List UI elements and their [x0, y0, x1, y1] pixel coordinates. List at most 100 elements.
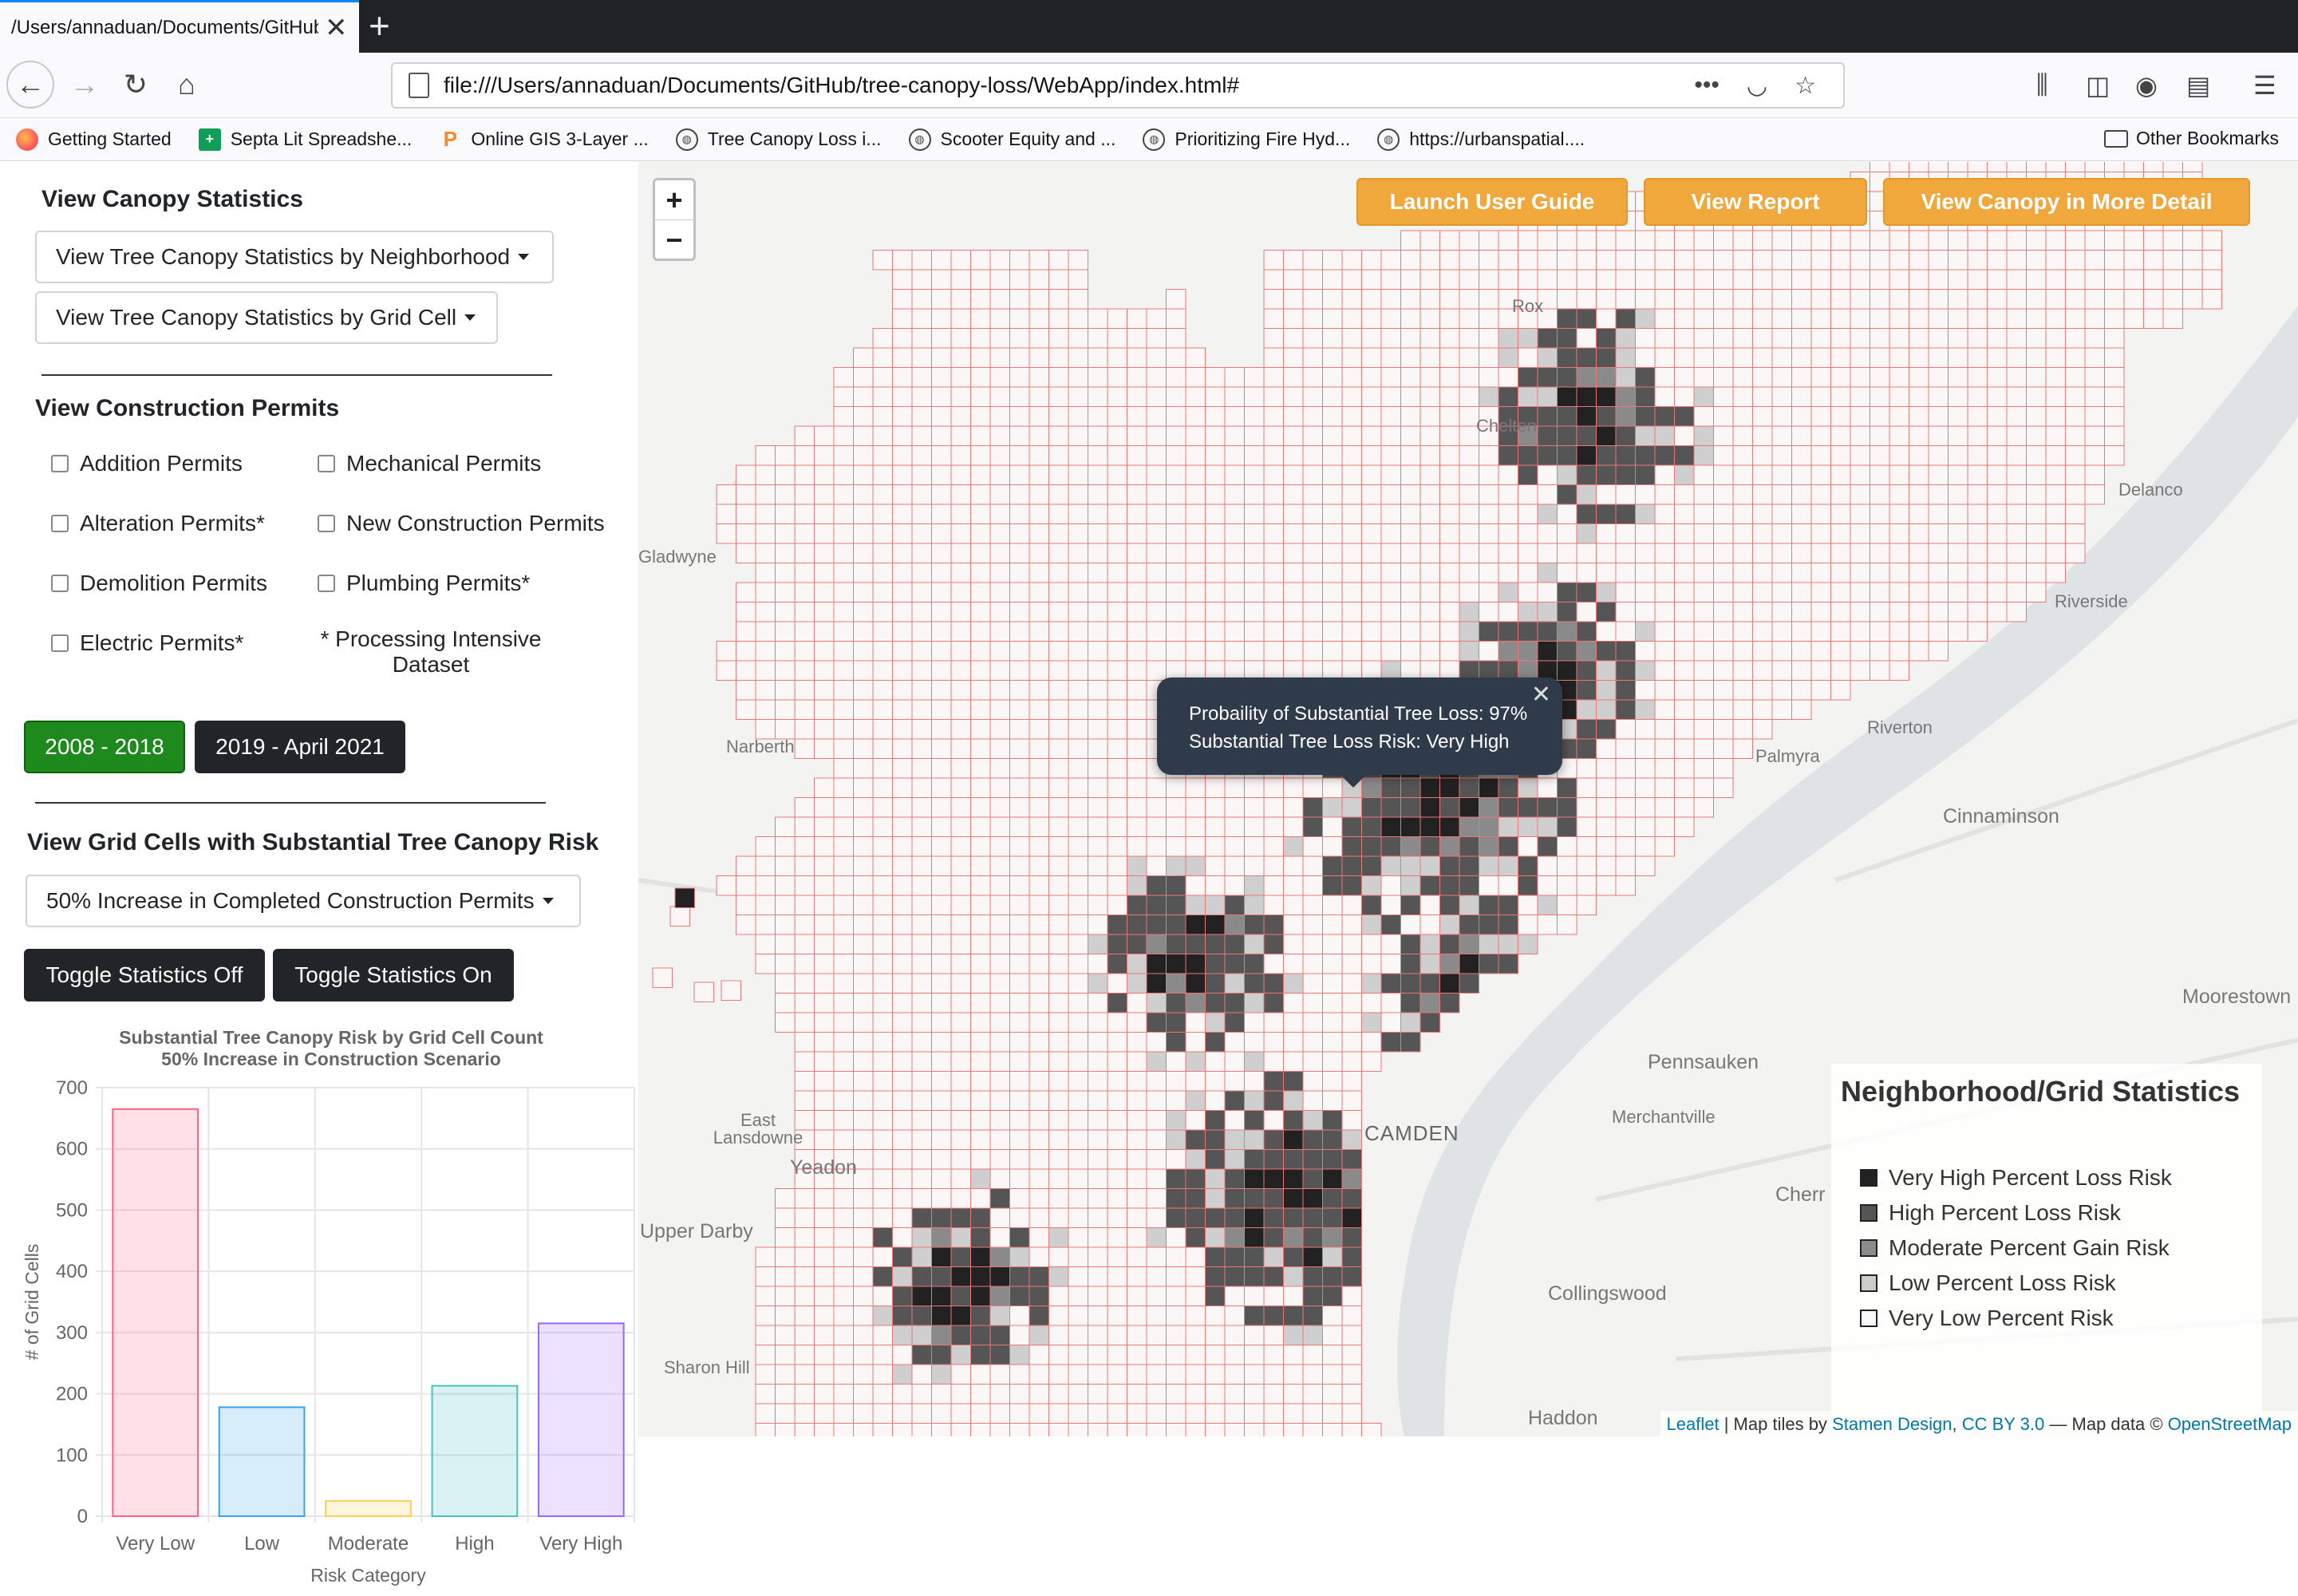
other-bookmarks[interactable]: Other Bookmarks: [2104, 128, 2279, 149]
grid-cell: [1889, 406, 1909, 427]
grid-cell: [1088, 699, 1108, 720]
grid-cell: [931, 719, 952, 740]
grid-cell: [1635, 738, 1656, 759]
grid-cell: [931, 523, 952, 544]
grid-cell: [1048, 777, 1069, 798]
library-icon[interactable]: ⫼: [2036, 70, 2048, 101]
grid-cell: [1518, 484, 1538, 505]
close-tab-icon[interactable]: ✕: [325, 14, 348, 41]
launch-user-guide-button[interactable]: Launch User Guide: [1356, 178, 1628, 226]
menu-icon[interactable]: ☰: [2253, 70, 2276, 101]
grid-cell: [989, 1129, 1010, 1150]
grid-cell: [853, 1306, 874, 1326]
demolition-permits-checkbox[interactable]: Demolition Permits: [51, 571, 267, 596]
bookmark-item[interactable]: + Septa Lit Spreadshe...: [198, 128, 412, 151]
grid-cell: [892, 1403, 913, 1424]
grid-cell: [1224, 464, 1245, 485]
grid-cell: [1967, 406, 1988, 427]
grid-cell: [1283, 1403, 1304, 1424]
bookmark-item[interactable]: P Online GIS 3-Layer ...: [439, 127, 649, 151]
osm-link[interactable]: OpenStreetMap: [2168, 1414, 2292, 1434]
new-construction-permits-checkbox[interactable]: New Construction Permits: [318, 511, 605, 536]
url-bar[interactable]: file:///Users/annaduan/Documents/GitHub/…: [391, 62, 1845, 109]
home-icon[interactable]: ⌂: [163, 61, 211, 109]
mechanical-permits-checkbox[interactable]: Mechanical Permits: [318, 451, 541, 476]
grid-cell: [1263, 1403, 1284, 1424]
grid-cell: [1380, 973, 1401, 994]
reader-icon[interactable]: ▤: [2186, 70, 2210, 101]
toggle-statistics-off-button[interactable]: Toggle Statistics Off: [24, 949, 265, 1001]
grid-cell: [2006, 230, 2027, 251]
grid-cell: [989, 289, 1010, 310]
grid-cell: [1107, 582, 1127, 602]
active-tab[interactable]: /Users/annaduan/Documents/GitHub/tree-ca…: [0, 0, 359, 53]
zoom-out-button[interactable]: −: [655, 220, 693, 260]
pocket-icon[interactable]: ◡: [1747, 72, 1767, 100]
grid-cell: [1322, 464, 1343, 485]
grid-cell: [970, 406, 991, 427]
addition-permits-checkbox[interactable]: Addition Permits: [51, 451, 243, 476]
grid-cell: [2182, 230, 2203, 251]
view-report-button[interactable]: View Report: [1644, 178, 1867, 226]
neighborhood-stats-dropdown[interactable]: View Tree Canopy Statistics by Neighborh…: [35, 231, 554, 283]
grid-cell: [1146, 602, 1167, 622]
grid-cell: [1009, 1306, 1030, 1326]
period-2008-2018-button[interactable]: 2008 - 2018: [24, 721, 185, 773]
reload-icon[interactable]: ↻: [112, 61, 160, 109]
toggle-statistics-on-button[interactable]: Toggle Statistics On: [273, 949, 514, 1001]
bookmark-item[interactable]: ◍ Prioritizing Fire Hyd...: [1143, 128, 1350, 151]
grid-cell: [1732, 347, 1753, 368]
grid-cell: [1557, 386, 1577, 407]
bookmark-item[interactable]: ◍ https://urbanspatial....: [1377, 128, 1585, 151]
bookmark-item[interactable]: ◍ Tree Canopy Loss i...: [675, 128, 882, 151]
grid-cell: [775, 1227, 796, 1248]
close-popup-icon[interactable]: ✕: [1531, 681, 1551, 709]
grid-cell: [1029, 328, 1049, 349]
grid-cell: [892, 1364, 913, 1385]
bookmark-star-icon[interactable]: ☆: [1795, 72, 1816, 100]
grid-cell: [1771, 308, 1792, 329]
grid-cell: [1205, 563, 1226, 583]
period-2019-2021-button[interactable]: 2019 - April 2021: [195, 721, 405, 773]
more-actions-icon[interactable]: •••: [1694, 72, 1720, 99]
account-icon[interactable]: ◉: [2135, 70, 2158, 101]
zoom-in-button[interactable]: +: [655, 180, 693, 220]
map[interactable]: Rox Chelten Delanco Gladwyne Riverside N…: [638, 162, 2298, 1436]
leaflet-link[interactable]: Leaflet: [1667, 1414, 1720, 1434]
grid-cell: [1596, 582, 1617, 602]
sidebar-icon[interactable]: ◫: [2086, 70, 2110, 101]
grid-cell: [1146, 1071, 1167, 1092]
electric-permits-checkbox[interactable]: Electric Permits*: [51, 630, 243, 656]
stamen-link[interactable]: Stamen Design: [1832, 1414, 1952, 1434]
grid-cell: [1048, 836, 1069, 857]
alteration-permits-checkbox[interactable]: Alteration Permits*: [51, 511, 265, 536]
grid-cell: [989, 425, 1010, 446]
grid-cell: [872, 464, 893, 485]
grid-cell: [1127, 777, 1147, 798]
forward-arrow-icon[interactable]: →: [61, 61, 109, 109]
grid-stats-dropdown[interactable]: View Tree Canopy Statistics by Grid Cell: [35, 291, 498, 344]
grid-cell: [1107, 641, 1127, 662]
grid-cell: [872, 504, 893, 524]
new-tab-icon[interactable]: +: [369, 6, 390, 45]
grid-cell: [1400, 602, 1421, 622]
cc-link[interactable]: CC BY 3.0: [1962, 1414, 2045, 1434]
grid-cell: [1009, 328, 1030, 349]
grid-cell: [1146, 797, 1167, 818]
url-text[interactable]: file:///Users/annaduan/Documents/GitHub/…: [444, 73, 1694, 98]
grid-cell: [1185, 484, 1206, 505]
grid-cell: [1146, 1188, 1167, 1209]
grid-cell: [931, 875, 952, 896]
bookmark-item[interactable]: Getting Started: [16, 128, 172, 151]
grid-cell: [1146, 582, 1167, 602]
grid-cell: [2065, 162, 2086, 172]
grid-cell: [2143, 289, 2164, 310]
back-arrow-icon[interactable]: ←: [6, 61, 54, 109]
scenario-dropdown[interactable]: 50% Increase in Completed Construction P…: [26, 875, 581, 927]
bookmark-item[interactable]: ◍ Scooter Equity and ...: [908, 128, 1115, 151]
grid-cell: [1224, 1207, 1245, 1228]
view-canopy-detail-button[interactable]: View Canopy in More Detail: [1883, 178, 2250, 226]
grid-cell: [1302, 1188, 1323, 1209]
plumbing-permits-checkbox[interactable]: Plumbing Permits*: [318, 571, 530, 596]
grid-cell: [1498, 484, 1518, 505]
